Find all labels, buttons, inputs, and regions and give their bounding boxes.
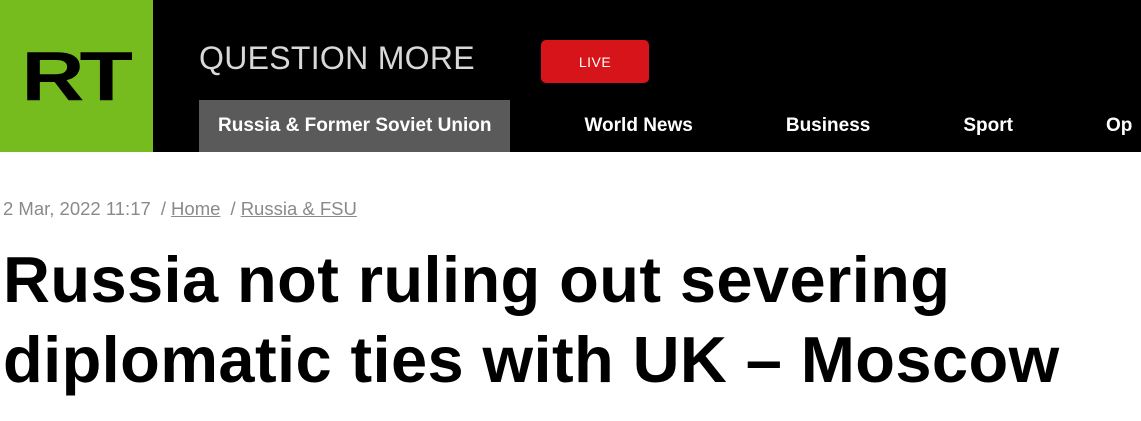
site-header: RT QUESTION MORE LIVE Russia & Former So… bbox=[0, 0, 1141, 152]
nav-item-business[interactable]: Business bbox=[786, 100, 870, 152]
nav-item-op[interactable]: Op bbox=[1106, 100, 1132, 152]
nav-item-russia-fsu[interactable]: Russia & Former Soviet Union bbox=[199, 100, 511, 152]
main-nav: Russia & Former Soviet Union World News … bbox=[199, 100, 1132, 152]
logo-text: RT bbox=[21, 37, 133, 115]
article-meta: 2 Mar, 2022 11:17 /Home / Russia & FSU bbox=[3, 198, 357, 220]
tagline: QUESTION MORE bbox=[199, 40, 475, 76]
breadcrumb-home-link[interactable]: Home bbox=[171, 198, 220, 219]
rt-logo[interactable]: RT bbox=[0, 0, 153, 152]
live-button[interactable]: LIVE bbox=[541, 40, 649, 83]
breadcrumb-separator: / bbox=[160, 198, 167, 219]
breadcrumb-section-link[interactable]: Russia & FSU bbox=[241, 198, 357, 219]
article-headline: Russia not ruling out severing diplomati… bbox=[3, 243, 1060, 396]
nav-item-sport[interactable]: Sport bbox=[963, 100, 1013, 152]
publish-date: 2 Mar, 2022 11:17 bbox=[3, 198, 151, 219]
breadcrumb-separator: / bbox=[230, 198, 236, 219]
nav-item-world-news[interactable]: World News bbox=[584, 100, 692, 152]
